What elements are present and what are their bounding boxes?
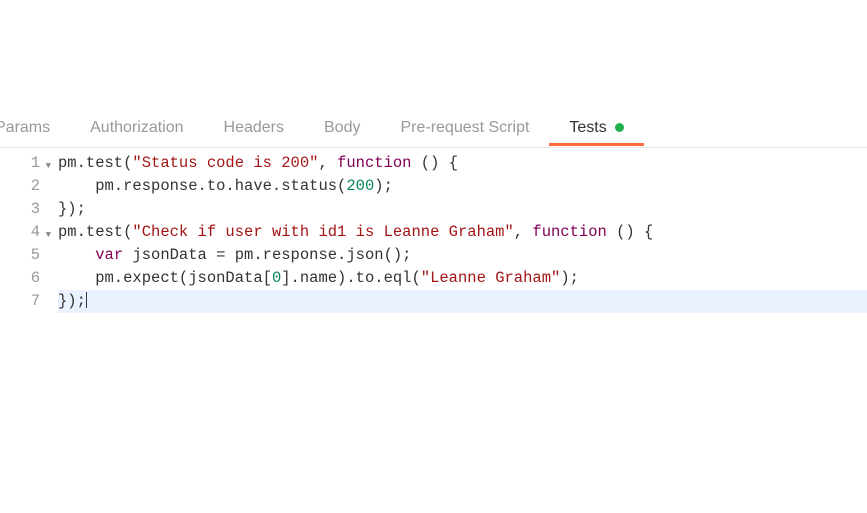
active-dot-icon — [615, 123, 624, 132]
gutter-line: 1▼ — [0, 152, 40, 175]
tab-tests-label: Tests — [569, 119, 606, 136]
tab-params[interactable]: Params — [0, 111, 70, 145]
active-tab-underline — [549, 143, 644, 146]
gutter-line: 2 — [0, 175, 40, 198]
text-cursor — [86, 292, 87, 308]
gutter-line: 4▼ — [0, 221, 40, 244]
code-content[interactable]: pm.test("Status code is 200", function (… — [44, 152, 867, 313]
line-number-gutter: 1▼ 2 3 4▼ 5 6 7 — [0, 152, 44, 313]
code-line: pm.test("Status code is 200", function (… — [58, 152, 867, 175]
tab-authorization[interactable]: Authorization — [70, 111, 203, 145]
code-line: pm.test("Check if user with id1 is Leann… — [58, 221, 867, 244]
code-editor[interactable]: 1▼ 2 3 4▼ 5 6 7 pm.test("Status code is … — [0, 148, 867, 313]
gutter-line: 5 — [0, 244, 40, 267]
tab-headers[interactable]: Headers — [204, 111, 304, 145]
empty-top-region — [0, 0, 867, 108]
code-line: pm.expect(jsonData[0].name).to.eql("Lean… — [58, 267, 867, 290]
gutter-line: 6 — [0, 267, 40, 290]
request-tab-bar: Params Authorization Headers Body Pre-re… — [0, 108, 867, 148]
code-line-active: }); — [58, 290, 867, 313]
code-line: pm.response.to.have.status(200); — [58, 175, 867, 198]
fold-icon[interactable]: ▼ — [46, 155, 51, 178]
gutter-line: 3 — [0, 198, 40, 221]
tab-tests[interactable]: Tests — [549, 111, 644, 145]
tab-body[interactable]: Body — [304, 111, 380, 145]
gutter-line: 7 — [0, 290, 40, 313]
code-line: var jsonData = pm.response.json(); — [58, 244, 867, 267]
code-line: }); — [58, 198, 867, 221]
tab-pre-request-script[interactable]: Pre-request Script — [380, 111, 549, 145]
fold-icon[interactable]: ▼ — [46, 224, 51, 247]
